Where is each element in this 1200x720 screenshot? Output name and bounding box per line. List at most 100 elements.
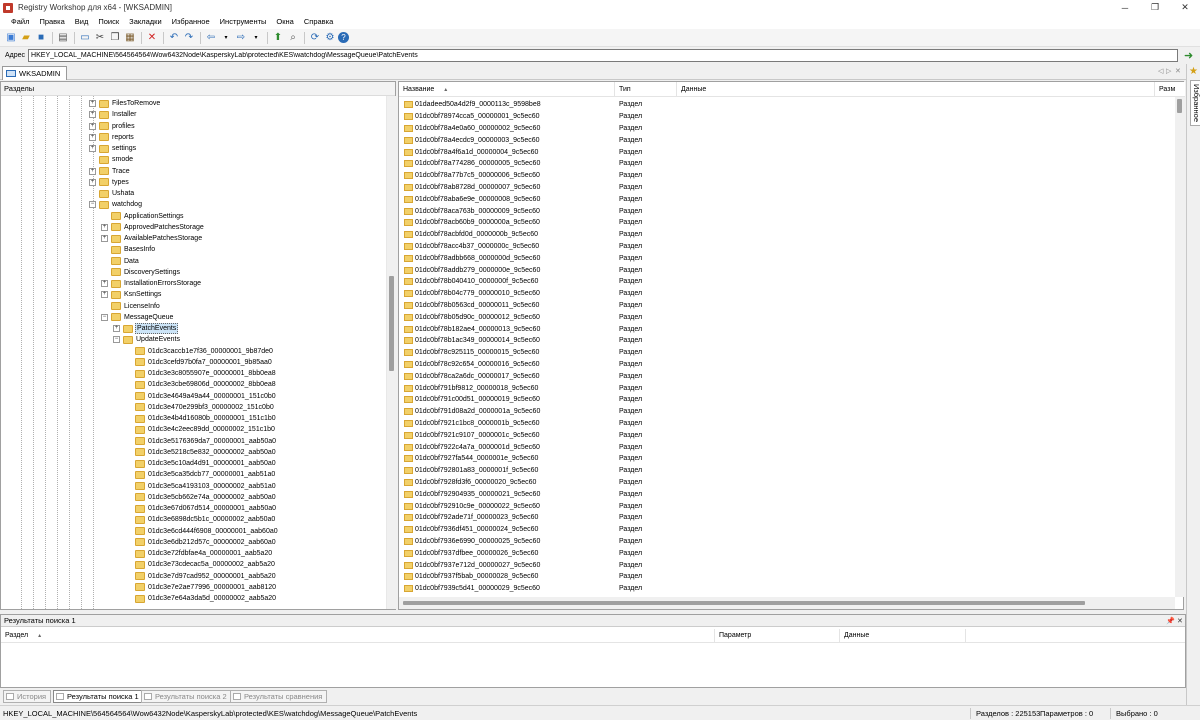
menu-file[interactable]: Файл bbox=[6, 15, 34, 29]
list-item[interactable]: 01dc0bf792904935_00000021_9c5ec60 Раздел bbox=[399, 488, 1175, 500]
tree-item[interactable]: 01dc3e470e299bf3_00000002_151c0b0 bbox=[1, 402, 386, 413]
computer-icon[interactable]: ▭ bbox=[78, 31, 92, 45]
list-scroll-thumb[interactable] bbox=[1177, 99, 1182, 113]
favorites-star-icon[interactable]: ★ bbox=[1189, 66, 1198, 77]
tree-item[interactable]: 01dc3e5cb662e74a_00000002_aab50a0 bbox=[1, 492, 386, 503]
tree-item[interactable]: + FilesToRemove bbox=[1, 98, 386, 109]
tree-item[interactable]: 01dc3e5ca4193103_00000002_aab51a0 bbox=[1, 481, 386, 492]
list-item[interactable]: 01dc0bf78a4f6a1d_00000004_9c5ec60 Раздел bbox=[399, 146, 1175, 158]
list-item[interactable]: 01dc0bf78b182ae4_00000013_9c5ec60 Раздел bbox=[399, 323, 1175, 335]
list-item[interactable]: 01dc0bf78b1ac349_00000014_9c5ec60 Раздел bbox=[399, 335, 1175, 347]
back-dropdown-icon[interactable]: ▾ bbox=[219, 31, 233, 45]
search-column-section[interactable]: Раздел ▴ bbox=[1, 629, 715, 643]
list-item[interactable]: 01dc0bf78a4ecdc9_00000003_9c5ec60 Раздел bbox=[399, 134, 1175, 146]
tree-item[interactable]: 01dc3e67d067d514_00000001_aab50a0 bbox=[1, 503, 386, 514]
tree-item[interactable]: 01dc3caccb1e7f36_00000001_9b87de0 bbox=[1, 346, 386, 357]
list-item[interactable]: 01dc0bf78b05d90c_00000012_9c5ec60 Раздел bbox=[399, 311, 1175, 323]
list-item[interactable]: 01dc0bf7927fa544_0000001e_9c5ec60 Раздел bbox=[399, 453, 1175, 465]
expand-icon[interactable]: + bbox=[89, 122, 96, 130]
registry-tree[interactable]: + FilesToRemove + Installer + profiles + report… bbox=[1, 96, 387, 609]
list-item[interactable]: 01dadeed50a4d2f9_0000113c_9598be8 Раздел bbox=[399, 99, 1175, 111]
collapse-icon[interactable]: − bbox=[89, 201, 96, 209]
tree-item[interactable]: 01dc3e4c2eec89dd_00000002_151c1b0 bbox=[1, 424, 386, 435]
forward-icon[interactable]: ⇨ bbox=[234, 31, 248, 45]
list-scrollbar[interactable] bbox=[1175, 97, 1184, 597]
new-icon[interactable]: ▣ bbox=[4, 31, 18, 45]
tree-item[interactable]: + KsnSettings bbox=[1, 289, 386, 300]
tree-item[interactable]: − MessageQueue bbox=[1, 312, 386, 323]
cut-icon[interactable]: ✂ bbox=[93, 31, 107, 45]
tree-item[interactable]: 01dc3e7e64a3da5d_00000002_aab5a20 bbox=[1, 593, 386, 604]
list-item[interactable]: 01dc0bf78acb60b9_0000000a_9c5ec60 Раздел bbox=[399, 217, 1175, 229]
tree-item[interactable]: 01dc3e5218c5e832_00000002_aab50a0 bbox=[1, 447, 386, 458]
list-item[interactable]: 01dc0bf78a77b7c5_00000006_9c5ec60 Раздел bbox=[399, 170, 1175, 182]
tree-scroll-thumb[interactable] bbox=[389, 276, 394, 371]
tab-wksadmin[interactable]: WKSADMIN bbox=[2, 66, 68, 80]
back-icon[interactable]: ⇦ bbox=[204, 31, 218, 45]
close-icon[interactable]: ✕ bbox=[1170, 0, 1200, 15]
copy-icon[interactable]: ❐ bbox=[108, 31, 122, 45]
list-item[interactable]: 01dc0bf78974cca5_00000001_9c5ec60 Раздел bbox=[399, 111, 1175, 123]
save-icon[interactable]: ■ bbox=[34, 31, 48, 45]
expand-icon[interactable]: + bbox=[101, 235, 108, 243]
column-name[interactable]: Название ▴ bbox=[399, 82, 615, 97]
tree-item[interactable]: + InstallationErrorsStorage bbox=[1, 278, 386, 289]
list-item[interactable]: 01dc0bf78addb279_0000000e_9c5ec60 Раздел bbox=[399, 264, 1175, 276]
print-icon[interactable]: ▤ bbox=[56, 31, 70, 45]
tree-item[interactable]: 01dc3e5176369da7_00000001_aab50a0 bbox=[1, 436, 386, 447]
tab-compare-results[interactable]: Результаты сравнения bbox=[230, 690, 328, 703]
list-item[interactable]: 01dc0bf78b04c779_00000010_9c5ec60 Раздел bbox=[399, 288, 1175, 300]
menu-help[interactable]: Справка bbox=[299, 15, 338, 29]
minimize-icon[interactable]: ─ bbox=[1110, 0, 1140, 15]
expand-icon[interactable]: + bbox=[101, 291, 108, 299]
tree-item[interactable]: + settings bbox=[1, 143, 386, 154]
tab-search-results-1[interactable]: Результаты поиска 1 bbox=[53, 690, 144, 703]
list-item[interactable]: 01dc0bf78a4e0a60_00000002_9c5ec60 Раздел bbox=[399, 123, 1175, 135]
list-item[interactable]: 01dc0bf78ca2a6dc_00000017_9c5ec60 Раздел bbox=[399, 370, 1175, 382]
list-item[interactable]: 01dc0bf7936e6990_00000025_9c5ec60 Раздел bbox=[399, 536, 1175, 548]
expand-icon[interactable]: + bbox=[101, 223, 108, 231]
menu-windows[interactable]: Окна bbox=[271, 15, 298, 29]
tree-item[interactable]: − watchdog bbox=[1, 199, 386, 210]
options-icon[interactable]: ⚙ bbox=[323, 31, 337, 45]
expand-icon[interactable]: + bbox=[101, 280, 108, 288]
tree-item[interactable]: 01dc3e3c8055907e_00000001_8bb0ea8 bbox=[1, 368, 386, 379]
tree-item[interactable]: 01dc3e5ca35dcb77_00000001_aab51a0 bbox=[1, 469, 386, 480]
tab-scroll-left-icon[interactable]: ◁ bbox=[1158, 67, 1163, 75]
list-item[interactable]: 01dc0bf78adbb668_0000000d_9c5ec60 Раздел bbox=[399, 252, 1175, 264]
expand-icon[interactable]: + bbox=[89, 100, 96, 108]
find-icon[interactable]: ⌕ bbox=[286, 31, 300, 45]
tree-item[interactable]: LicenseInfo bbox=[1, 301, 386, 312]
tree-item[interactable]: 01dc3e4b4d16080b_00000001_151c1b0 bbox=[1, 413, 386, 424]
tree-item[interactable]: + AvailablePatchesStorage bbox=[1, 233, 386, 244]
tree-item[interactable]: Ushata bbox=[1, 188, 386, 199]
tree-item[interactable]: DiscoverySettings bbox=[1, 267, 386, 278]
tree-item[interactable]: 01dc3e7e2ae77996_00000001_aab8120 bbox=[1, 582, 386, 593]
go-arrow-icon[interactable]: ➜ bbox=[1184, 49, 1193, 62]
menu-bookmarks[interactable]: Закладки bbox=[124, 15, 166, 29]
collapse-icon[interactable]: − bbox=[113, 336, 120, 344]
tree-item[interactable]: + ApprovedPatchesStorage bbox=[1, 222, 386, 233]
list-item[interactable]: 01dc0bf7921c9107_0000001c_9c5ec60 Раздел bbox=[399, 429, 1175, 441]
menu-view[interactable]: Вид bbox=[70, 15, 94, 29]
list-item[interactable]: 01dc0bf7936df451_00000024_9c5ec60 Раздел bbox=[399, 524, 1175, 536]
menu-edit[interactable]: Правка bbox=[34, 15, 69, 29]
list-item[interactable]: 01dc0bf7922c4a7a_0000001d_9c5ec60 Раздел bbox=[399, 441, 1175, 453]
expand-icon[interactable]: + bbox=[89, 178, 96, 186]
list-item[interactable]: 01dc0bf7928fd3f6_00000020_9c5ec60 Раздел bbox=[399, 477, 1175, 489]
redo-icon[interactable]: ↷ bbox=[182, 31, 196, 45]
list-item[interactable]: 01dc0bf78aca763b_00000009_9c5ec60 Раздел bbox=[399, 205, 1175, 217]
search-column-param[interactable]: Параметр bbox=[715, 629, 840, 643]
export-icon[interactable]: ⬆ bbox=[271, 31, 285, 45]
search-close-icon[interactable]: ✕ bbox=[1177, 616, 1183, 628]
tree-item[interactable]: 01dc3e4649a49a44_00000001_151c0b0 bbox=[1, 391, 386, 402]
tree-item[interactable]: 01dc3e72fdbfae4a_00000001_aab5a20 bbox=[1, 548, 386, 559]
tree-item[interactable]: 01dc3e6cd444f6908_00000001_aab60a0 bbox=[1, 526, 386, 537]
tree-item[interactable]: 01dc3e6db212d57c_00000002_aab60a0 bbox=[1, 537, 386, 548]
list-item[interactable]: 01dc0bf78b0563cd_00000011_9c5ec60 Раздел bbox=[399, 300, 1175, 312]
expand-icon[interactable]: + bbox=[89, 145, 96, 153]
tree-item[interactable]: + PatchEvents bbox=[1, 323, 386, 335]
tab-history[interactable]: История bbox=[3, 690, 52, 703]
list-item[interactable]: 01dc0bf78ab8728d_00000007_9c5ec60 Раздел bbox=[399, 182, 1175, 194]
list-item[interactable]: 01dc0bf78aba6e9e_00000008_9c5ec60 Раздел bbox=[399, 193, 1175, 205]
